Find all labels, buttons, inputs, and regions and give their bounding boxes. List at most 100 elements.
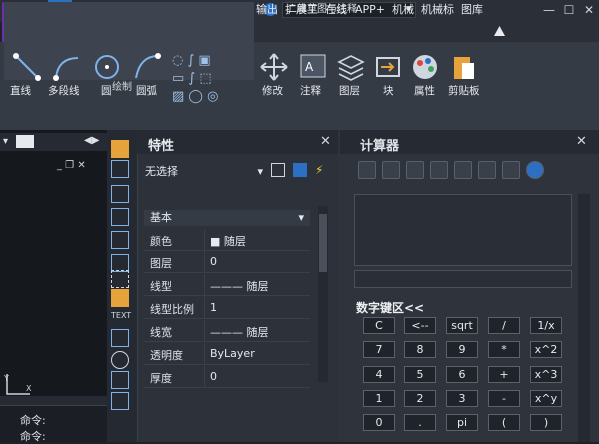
key-1[interactable]: 1 [363, 390, 395, 407]
section-basic[interactable]: 基本 ▾ [144, 210, 310, 226]
menu-mechanical[interactable]: 机械 [392, 0, 414, 20]
key-open-paren[interactable]: ( [488, 414, 520, 431]
chevron-down-icon: ▾ [298, 211, 304, 224]
prop-value: ——— 随层 [210, 326, 269, 339]
hatch-tool-icon[interactable] [111, 289, 129, 307]
prop-row-layer[interactable]: 图层 0 [144, 251, 310, 273]
prop-row-transparency[interactable]: 透明度 ByLayer [144, 343, 310, 365]
calc-tool-icon[interactable] [111, 371, 129, 389]
prop-key: 厚度 [150, 372, 172, 385]
chevron-down-icon: ▾ [257, 165, 263, 178]
angle-tool-icon[interactable] [111, 185, 129, 203]
key-close-paren[interactable]: ) [530, 414, 562, 431]
region-tool-icon[interactable] [111, 270, 129, 288]
key-7[interactable]: 7 [363, 341, 395, 358]
clipboard-button[interactable]: 剪贴板 [448, 83, 480, 98]
calculator-scrollbar[interactable] [578, 194, 590, 442]
properties-title: 特性 [148, 139, 175, 154]
prop-value: ■ 随层 [210, 235, 246, 248]
key-pi[interactable]: pi [446, 414, 478, 431]
calculator-close-icon[interactable]: ✕ [576, 134, 587, 149]
menu-online[interactable]: 在线 [325, 0, 347, 20]
table-tool-icon[interactable] [111, 329, 129, 347]
key-4[interactable]: 4 [363, 366, 395, 383]
key-reciprocal[interactable]: 1/x [530, 317, 562, 334]
key-multiply[interactable]: * [488, 341, 520, 358]
arc-button[interactable]: 圆弧 [136, 83, 157, 98]
text-tool-icon[interactable]: TEXT [111, 311, 131, 320]
gear-tool-icon[interactable] [111, 351, 129, 369]
tab-scroll-icon[interactable]: ◀▶ [84, 135, 99, 146]
get-coordinates-icon[interactable] [406, 161, 424, 179]
key-0[interactable]: 0 [363, 414, 395, 431]
key-8[interactable]: 8 [404, 341, 436, 358]
prop-row-color[interactable]: 颜色 ■ 随层 [144, 229, 310, 251]
prop-row-linetype[interactable]: 线型 ——— 随层 [144, 274, 310, 296]
history-icon[interactable] [382, 161, 400, 179]
menu-mech-annotate[interactable]: 机械标 [421, 0, 454, 20]
key-divide[interactable]: / [488, 317, 520, 334]
key-minus[interactable]: - [488, 390, 520, 407]
prop-key: 图层 [150, 257, 172, 270]
align-tool-icon[interactable] [111, 208, 129, 226]
circle-button[interactable]: 圆 [101, 83, 112, 98]
polyline-button[interactable]: 多段线 [48, 83, 80, 98]
key-5[interactable]: 5 [404, 366, 436, 383]
key-power[interactable]: x^y [530, 390, 562, 407]
toggle-pickadd-icon[interactable] [271, 163, 285, 177]
key-9[interactable]: 9 [446, 341, 478, 358]
folder-tool-icon[interactable] [111, 140, 129, 158]
new-tab-icon[interactable] [16, 135, 34, 148]
key-square[interactable]: x^2 [530, 341, 562, 358]
line-button[interactable]: 直线 [10, 83, 31, 98]
prop-row-lineweight[interactable]: 线宽 ——— 随层 [144, 320, 310, 342]
maximize-button[interactable]: ☐ [560, 3, 578, 18]
menu-output[interactable]: 输出 [256, 0, 278, 20]
annotate-button[interactable]: 注释 [300, 83, 321, 98]
prop-key: 颜色 [150, 235, 172, 248]
menu-extend[interactable]: 扩展工 [285, 0, 318, 20]
viewport-controls[interactable]: _ ❐ ✕ [57, 160, 86, 171]
menu-app[interactable]: APP+ [355, 0, 385, 20]
key-plus[interactable]: + [488, 366, 520, 383]
modify-icon [260, 53, 288, 81]
modify-button[interactable]: 修改 [262, 83, 283, 98]
properties-button[interactable]: 属性 [414, 83, 435, 98]
properties-close-icon[interactable]: ✕ [320, 134, 331, 149]
select-objects-icon[interactable] [293, 163, 307, 177]
offset-tool-icon[interactable] [111, 231, 129, 249]
properties-scroll-thumb[interactable] [319, 214, 327, 272]
block-button[interactable]: 块 [383, 83, 394, 98]
draw-small-tools[interactable]: ◌ ∫ ▣ ▭ ∫ ⬚ ▨ ◯ ◎ [172, 52, 248, 104]
key-cube[interactable]: x^3 [530, 366, 562, 383]
key-clear[interactable]: C [363, 317, 395, 334]
menu-library[interactable]: 图库 [461, 0, 483, 20]
dim-tool-icon[interactable] [111, 160, 129, 178]
minimize-button[interactable]: — [540, 3, 558, 18]
key-6[interactable]: 6 [446, 366, 478, 383]
grid-tool-icon[interactable] [111, 392, 129, 410]
key-2[interactable]: 2 [404, 390, 436, 407]
distance-icon[interactable] [454, 161, 472, 179]
selection-label: 无选择 [145, 165, 178, 178]
layer-button[interactable]: 图层 [339, 83, 360, 98]
tab-dropdown-icon[interactable]: ▾ [3, 136, 8, 147]
pick-point-icon[interactable] [430, 161, 448, 179]
numpad-title[interactable]: 数字键区<< [356, 299, 424, 316]
layout-tabs[interactable] [0, 396, 107, 405]
help-icon[interactable] [526, 161, 544, 179]
key-sqrt[interactable]: sqrt [446, 317, 478, 334]
key-decimal[interactable]: . [404, 414, 436, 431]
angle-icon[interactable] [478, 161, 496, 179]
key-backspace[interactable]: <-- [404, 317, 436, 334]
clear-icon[interactable] [358, 161, 376, 179]
key-3[interactable]: 3 [446, 390, 478, 407]
prop-row-ltscale[interactable]: 线型比例 1 [144, 297, 310, 319]
close-button[interactable]: ✕ [580, 3, 598, 18]
intersection-icon[interactable] [502, 161, 520, 179]
prop-key: 线宽 [150, 326, 172, 339]
calculator-input[interactable] [354, 270, 572, 288]
selection-dropdown[interactable]: 无选择 ▾ [145, 163, 263, 181]
prop-row-thickness[interactable]: 厚度 0 [144, 366, 310, 388]
quick-select-icon[interactable]: ⚡ [315, 163, 329, 177]
